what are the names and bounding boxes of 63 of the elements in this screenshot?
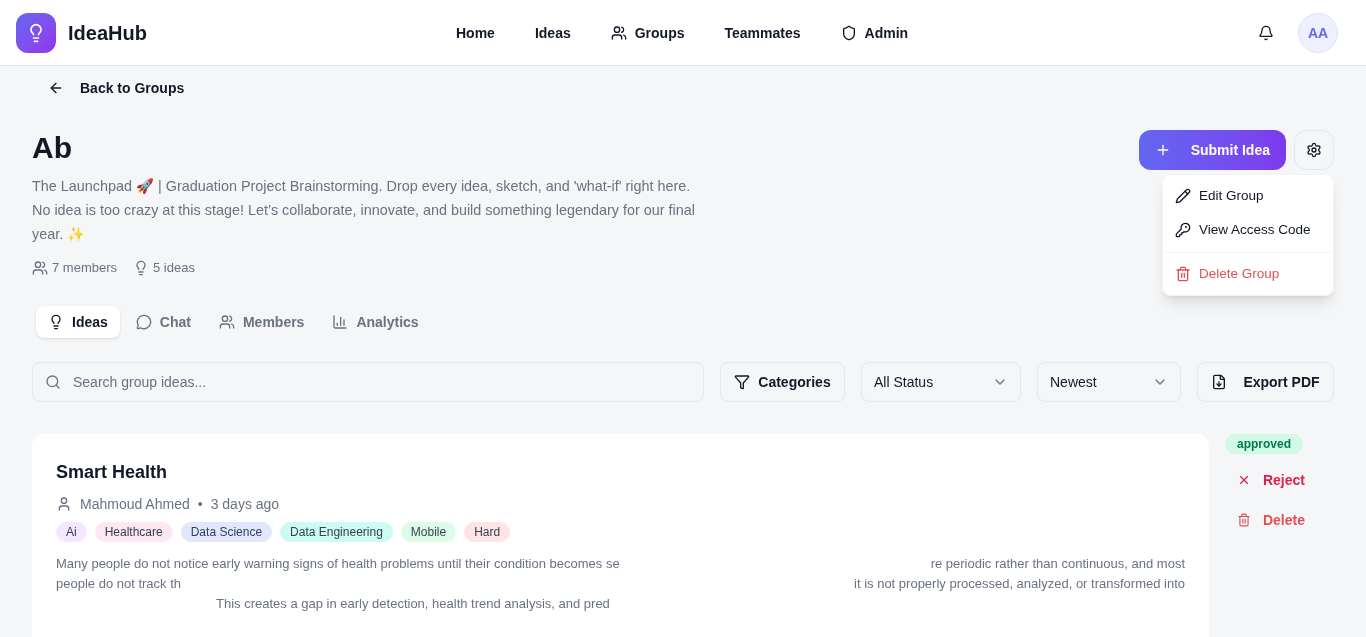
description-text: re periodic rather than continuous, and most [930, 554, 1185, 573]
key-icon [1175, 222, 1191, 239]
tag: Data Science [180, 521, 273, 542]
back-link[interactable]: Back to Groups [48, 78, 185, 98]
pencil-icon [1175, 188, 1191, 205]
trash-icon [1237, 511, 1251, 528]
notification-icon[interactable] [1258, 24, 1274, 41]
search-field[interactable]: Search group ideas... [32, 361, 704, 402]
tab[interactable]: Analytics [320, 305, 431, 338]
user-avatar[interactable]: AA [1298, 12, 1338, 53]
nav-link[interactable]: Ideas [534, 22, 571, 43]
tab[interactable]: Members [206, 305, 317, 338]
trash-icon [1175, 265, 1191, 282]
tag: Ai [56, 521, 87, 542]
brand-name: IdeaHub [68, 20, 147, 46]
bar-chart-icon [332, 313, 349, 330]
action-button[interactable]: Reject [1225, 465, 1317, 494]
tag: Mobile [400, 521, 457, 542]
group-description: The Launchpad 🚀 | Graduation Project Brainstorming. Drop every idea, sketch, and 'what-if' right here. No idea is too crazy at this stage! Let’s collaborate, innovate, and build something legendary for our final year. ✨ [32, 177, 696, 244]
lightbulb-icon [48, 313, 64, 330]
nav-link[interactable]: Home [456, 22, 495, 43]
settings-button[interactable] [1294, 130, 1334, 170]
idea-count: 5 ideas [153, 259, 195, 277]
nav-link[interactable]: Groups [610, 22, 685, 43]
status-dropdown[interactable]: All Status [861, 361, 1021, 402]
sort-dropdown[interactable]: Newest [1037, 361, 1181, 402]
users-icon [218, 313, 235, 330]
menu-item[interactable]: View Access Code [1163, 213, 1333, 248]
member-count: 7 members [52, 259, 118, 277]
description-text: it is not properly processed, analyzed, or transformed into [854, 574, 1185, 593]
time-ago: 3 days ago [210, 494, 280, 514]
status-badge: approved [1225, 433, 1303, 454]
nav-link[interactable]: Teammates [724, 22, 801, 43]
search-icon [45, 373, 61, 390]
users-icon [32, 259, 48, 276]
shield-icon [840, 24, 857, 41]
settings-icon [1306, 142, 1322, 158]
tag: Healthcare [94, 521, 173, 542]
categories-button[interactable]: Categories [720, 361, 845, 402]
description-text: people do not track th [56, 574, 182, 593]
nav-link[interactable]: Admin [840, 22, 909, 43]
filter-icon [734, 373, 751, 390]
tag: Data Engineering [280, 521, 393, 542]
idea-title: Smart Health [56, 460, 169, 484]
tab[interactable]: Chat [123, 305, 203, 338]
file-download-icon [1211, 373, 1228, 390]
tag: Hard [464, 521, 511, 542]
logo-icon [16, 12, 56, 53]
submit-idea-button[interactable]: Submit Idea [1138, 130, 1286, 170]
tab[interactable]: Ideas [36, 305, 120, 338]
export-pdf-button[interactable]: Export PDF [1197, 361, 1334, 402]
users-icon [610, 24, 627, 41]
chat-icon [135, 313, 152, 330]
group-title: Ab [32, 130, 73, 166]
action-button[interactable]: Delete [1225, 505, 1317, 534]
menu-item[interactable]: Edit Group [1163, 179, 1333, 214]
user-icon [56, 495, 72, 512]
separator-dot: • [197, 494, 203, 514]
author-name: Mahmoud Ahmed [80, 494, 190, 514]
description-text: This creates a gap in early detection, health trend analysis, and pred [216, 594, 610, 613]
search-input[interactable]: Search group ideas... [73, 371, 691, 392]
description-text: Many people do not notice early warning signs of health problems until their condition becomes se [56, 554, 620, 573]
menu-item[interactable]: Delete Group [1163, 256, 1333, 291]
